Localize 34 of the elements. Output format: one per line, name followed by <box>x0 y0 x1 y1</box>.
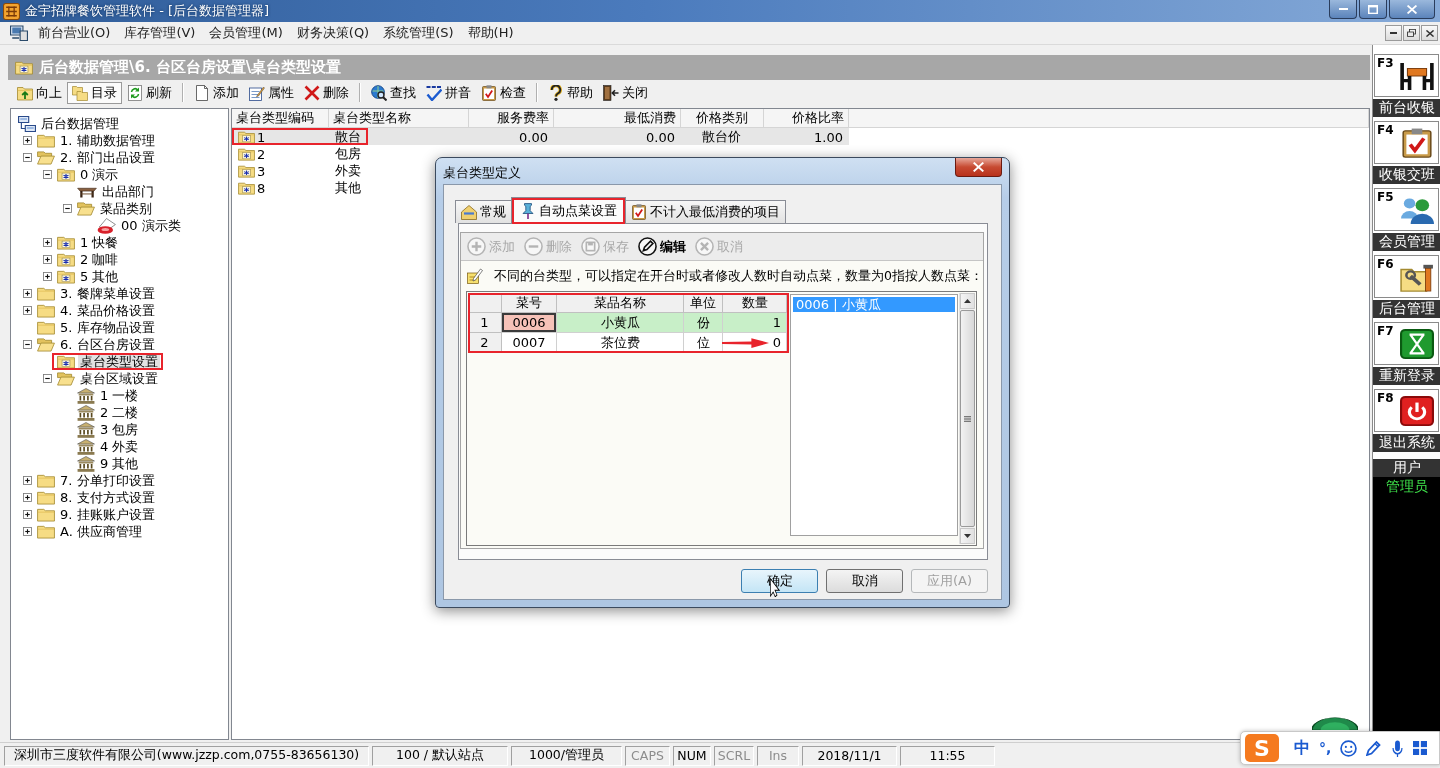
shortcut-label: 后台管理 <box>1373 300 1440 318</box>
table-cell: 0.00 <box>519 129 548 145</box>
table-cell: 1.00 <box>814 129 843 145</box>
status-pane: Ins <box>757 745 799 766</box>
table-cell: 其他 <box>335 179 361 197</box>
shortcut-label: 重新登录 <box>1373 367 1440 385</box>
status-pane: 1000/管理员 <box>511 745 622 766</box>
status-pane: 深圳市三度软件有限公司(www.jzzp.com,0755-83656130) <box>4 745 369 766</box>
table-cell: 外卖 <box>335 162 361 180</box>
table-cell: 2 <box>257 146 266 162</box>
table-cell: 8 <box>257 180 266 196</box>
table-cell: 散台 <box>335 128 361 146</box>
table-cell: 0.00 <box>646 129 675 145</box>
status-pane: CAPS <box>625 745 670 766</box>
table-cell: 3 <box>257 163 266 179</box>
row-header: 1 <box>468 313 502 333</box>
status-pane: SCRL <box>714 745 754 766</box>
shortcut-label: 退出系统 <box>1373 434 1440 452</box>
status-pane: 2018/11/1 <box>802 745 897 766</box>
status-pane: NUM <box>673 745 711 766</box>
status-pane: 11:55 <box>900 745 995 766</box>
breadcrumb-path: 后台数据管理\6. 台区台房设置\桌台类型设置 <box>39 58 342 77</box>
status-pane: 100 / 默认站点 <box>372 745 508 766</box>
shortcut-label: 前台收银 <box>1373 99 1440 117</box>
table-cell: 包房 <box>335 145 361 163</box>
window-title: 金宇招牌餐饮管理软件 - [后台数据管理器] <box>25 2 270 20</box>
shortcut-label: 会员管理 <box>1373 233 1440 251</box>
user-label: 用户 <box>1373 459 1440 477</box>
dialog-title: 桌台类型定义 <box>443 164 521 182</box>
shortcut-label: 收银交班 <box>1373 166 1440 184</box>
table-cell: 散台价 <box>701 128 741 146</box>
table-cell: 1 <box>257 129 266 145</box>
hint-text: 不同的台类型，可以指定在开台时或者修改人数时自动点菜，数量为0指按人数点菜： <box>494 267 983 285</box>
user-name: 管理员 <box>1384 477 1429 496</box>
